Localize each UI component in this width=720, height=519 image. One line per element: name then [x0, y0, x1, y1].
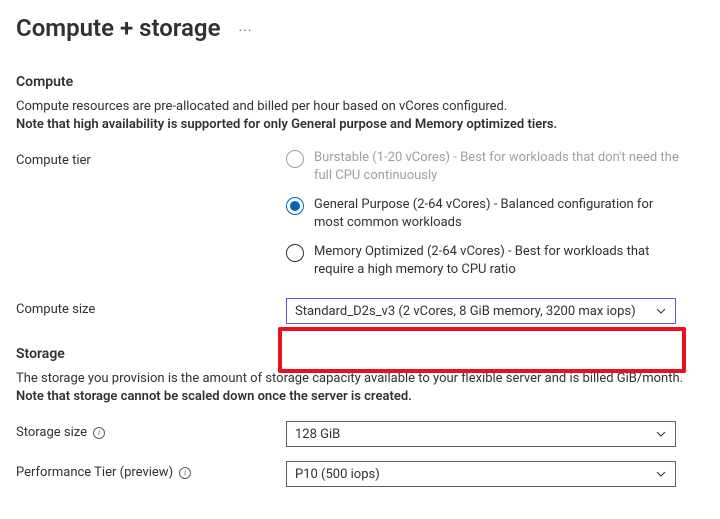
radio-icon [286, 150, 304, 168]
chevron-down-icon [655, 468, 667, 480]
chevron-down-icon [655, 305, 667, 317]
tier-option-memory[interactable]: Memory Optimized (2-64 vCores) - Best fo… [286, 243, 686, 278]
radio-icon [286, 197, 304, 215]
more-icon[interactable]: ··· [239, 18, 253, 38]
storage-desc-text: The storage you provision is the amount … [16, 371, 683, 386]
radio-icon [286, 244, 304, 262]
tier-option-burstable: Burstable (1-20 vCores) - Best for workl… [286, 149, 686, 184]
compute-size-dropdown[interactable]: Standard_D2s_v3 (2 vCores, 8 GiB memory,… [286, 298, 676, 324]
compute-size-value: Standard_D2s_v3 (2 vCores, 8 GiB memory,… [295, 304, 636, 319]
compute-heading: Compute [16, 74, 704, 90]
compute-note: Note that high availability is supported… [16, 116, 704, 134]
page-title: Compute + storage [16, 14, 221, 42]
performance-tier-label: Performance Tier (preview) [16, 465, 173, 480]
info-icon[interactable]: i [93, 427, 105, 439]
storage-size-dropdown[interactable]: 128 GiB [286, 421, 676, 447]
performance-tier-value: P10 (500 iops) [295, 467, 380, 482]
storage-description: The storage you provision is the amount … [16, 370, 704, 405]
compute-tier-label: Compute tier [16, 149, 286, 168]
tier-label-burstable: Burstable (1-20 vCores) - Best for workl… [314, 149, 686, 184]
info-icon[interactable]: i [179, 467, 191, 479]
chevron-down-icon [655, 428, 667, 440]
performance-tier-dropdown[interactable]: P10 (500 iops) [286, 461, 676, 487]
compute-size-label: Compute size [16, 298, 286, 317]
storage-note: Note that storage cannot be scaled down … [16, 388, 704, 406]
tier-label-memory: Memory Optimized (2-64 vCores) - Best fo… [314, 243, 686, 278]
compute-description: Compute resources are pre-allocated and … [16, 98, 704, 133]
tier-option-general[interactable]: General Purpose (2-64 vCores) - Balanced… [286, 196, 686, 231]
tier-label-general: General Purpose (2-64 vCores) - Balanced… [314, 196, 686, 231]
storage-size-value: 128 GiB [295, 427, 340, 442]
storage-heading: Storage [16, 346, 704, 362]
compute-desc-text: Compute resources are pre-allocated and … [16, 99, 507, 114]
storage-size-label: Storage size [16, 425, 87, 440]
